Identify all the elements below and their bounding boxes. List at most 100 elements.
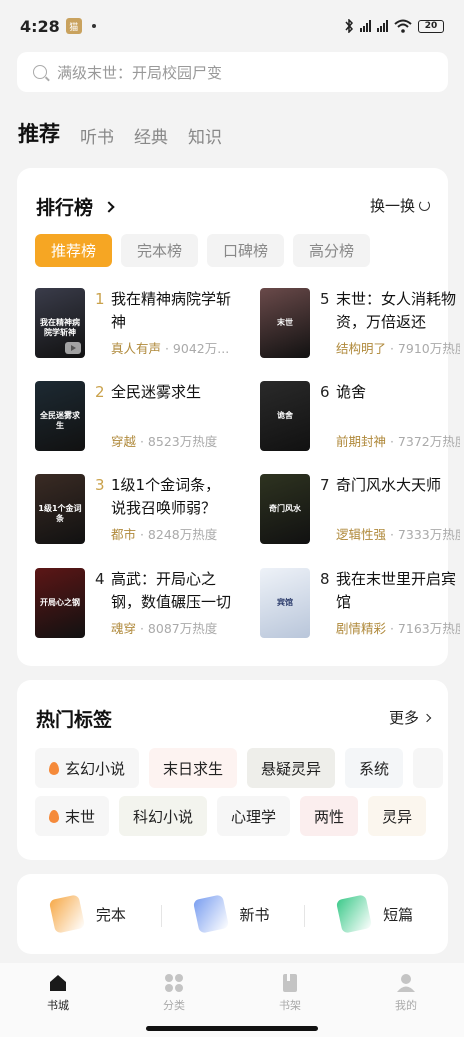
book-item[interactable]: 全民迷雾求生 2 全民迷雾求生 穿越 · 8523万热度 [35,381,235,451]
book-tag: 结构明了 [336,341,387,356]
rank-number: 6 [320,383,330,401]
notification-dot-icon [91,24,96,28]
tag-label: 悬疑灵异 [261,759,322,778]
book-cover[interactable]: 诡舍 [260,381,310,451]
hot-tag[interactable]: 末世 [35,796,110,836]
ranking-chip[interactable]: 推荐榜 [35,234,113,267]
category-icon [164,973,184,993]
book-info: 1 我在精神病院学斩神 真人有声 · 9042万... [95,288,235,358]
nav-home[interactable]: 书城 [0,963,116,1037]
category-2[interactable]: 短篇 [304,894,448,934]
search-placeholder: 满级末世：开局校园尸变 [57,63,223,82]
book-item[interactable]: 开局心之钢 4 高武：开局心之钢，数值碾压一切 魂穿 · 8087万热度 [35,568,235,638]
book-item[interactable]: 奇门风水 7 奇门风水大天师 逻辑性强 · 7333万热度 [260,474,460,544]
rank-number: 5 [320,290,330,308]
tab-3[interactable]: 知识 [188,123,222,148]
book-heat: · 7333万热度 [386,527,460,542]
tag-label: 末日求生 [163,759,224,778]
hot-tag[interactable]: 末日求生 [149,748,238,788]
book-item[interactable]: 宾馆 8 我在末世里开启宾馆 剧情精彩 · 7163万热度 [260,568,460,638]
nav-profile[interactable]: 我的 [348,963,464,1037]
book-title: 我在精神病院学斩神 [111,290,232,331]
book-item[interactable]: 末世 5 末世：女人消耗物资，万倍返还 结构明了 · 7910万热度 [260,288,460,358]
ranking-chip[interactable]: 完本榜 [121,234,199,267]
signal-icon [360,20,371,32]
tag-label: 末世 [65,807,96,826]
book-cover[interactable]: 末世 [260,288,310,358]
book-info: 5 末世：女人消耗物资，万倍返还 结构明了 · 7910万热度 [320,288,460,358]
book-info: 8 我在末世里开启宾馆 剧情精彩 · 7163万热度 [320,568,460,638]
chevron-right-icon [103,200,115,213]
status-time: 4:28 [20,16,60,36]
hot-tag[interactable] [413,748,444,788]
book-cover[interactable]: 全民迷雾求生 [35,381,85,451]
top-tabs: 推荐 听书 经典 知识 [18,118,222,148]
book-tag: 前期封神 [336,434,387,449]
book-cover[interactable]: 开局心之钢 [35,568,85,638]
rank-number: 1 [95,290,105,308]
book-title: 我在末世里开启宾馆 [336,570,457,611]
hot-tag[interactable]: 系统 [345,748,404,788]
tab-2[interactable]: 经典 [134,123,168,148]
book-info: 4 高武：开局心之钢，数值碾压一切 魂穿 · 8087万热度 [95,568,235,638]
more-tags-button[interactable]: 更多 [389,707,432,728]
book-title: 全民迷雾求生 [111,383,202,401]
short-story-icon [335,894,373,934]
book-title: 末世：女人消耗物资，万倍返还 [336,290,457,331]
book-item[interactable]: 1级1个金词条 3 1级1个金词条，说我召唤师弱？ 都市 · 8248万热度 [35,474,235,544]
book-info: 2 全民迷雾求生 穿越 · 8523万热度 [95,381,235,451]
category-1[interactable]: 新书 [160,894,305,934]
category-label: 新书 [239,905,270,924]
hot-tag[interactable]: 两性 [300,796,359,836]
new-book-icon [192,894,229,934]
cover-title: 我在精神病院学斩神 [40,318,80,337]
book-item[interactable]: 诡舍 6 诡舍 前期封神 · 7372万热度 [260,381,460,451]
book-heat: · 8523万热度 [136,434,218,449]
rank-number: 3 [95,476,105,494]
ranking-chip[interactable]: 高分榜 [293,234,371,267]
refresh-button[interactable]: 换一换 [370,195,430,216]
hot-tag[interactable]: 心理学 [217,796,291,836]
tag-label: 灵异 [382,807,413,826]
tag-label: 系统 [359,759,390,778]
audio-play-icon [65,342,81,354]
category-0[interactable]: 完本 [17,894,161,934]
book-cover[interactable]: 宾馆 [260,568,310,638]
book-title: 奇门风水大天师 [336,476,442,494]
book-cover[interactable]: 我在精神病院学斩神 [35,288,85,358]
ranking-chips: 推荐榜 完本榜 口碑榜 高分榜 [35,234,371,267]
refresh-icon [419,200,430,211]
tag-label: 心理学 [231,807,277,826]
cover-title: 末世 [277,318,293,327]
hot-tag[interactable]: 科幻小说 [119,796,208,836]
tab-1[interactable]: 听书 [80,123,114,148]
category-label: 短篇 [383,905,414,924]
hot-tag[interactable]: 玄幻小说 [35,748,140,788]
hot-tag[interactable]: 悬疑灵异 [247,748,336,788]
book-cover[interactable]: 奇门风水 [260,474,310,544]
book-cover[interactable]: 1级1个金词条 [35,474,85,544]
tag-label: 玄幻小说 [65,759,126,778]
refresh-label: 换一换 [369,197,415,215]
ranking-title-link[interactable]: 排行榜 [36,193,115,220]
ranking-chip[interactable]: 口碑榜 [207,234,285,267]
bluetooth-icon [345,19,354,33]
book-item[interactable]: 我在精神病院学斩神 1 我在精神病院学斩神 真人有声 · 9042万... [35,288,235,358]
hot-tag[interactable]: 灵异 [368,796,427,836]
home-icon [48,973,68,993]
hot-tags-title: 热门标签 [36,709,113,731]
cover-title: 奇门风水 [269,504,301,513]
nav-label: 分类 [163,999,185,1012]
tab-0[interactable]: 推荐 [18,118,60,148]
profile-icon [396,973,416,993]
book-title: 1级1个金词条，说我召唤师弱？ [111,476,221,517]
app-notification-icon: 猫 [65,18,82,34]
bookshelf-icon [280,973,300,993]
ranking-title: 排行榜 [36,197,94,219]
book-complete-icon [48,894,86,934]
search-input[interactable]: 满级末世：开局校园尸变 [17,52,448,92]
book-tag: 剧情精彩 [336,621,387,636]
book-meta: 魂穿 · 8087万热度 [111,618,235,637]
cover-title: 开局心之钢 [40,598,80,607]
book-meta: 逻辑性强 · 7333万热度 [336,524,460,543]
